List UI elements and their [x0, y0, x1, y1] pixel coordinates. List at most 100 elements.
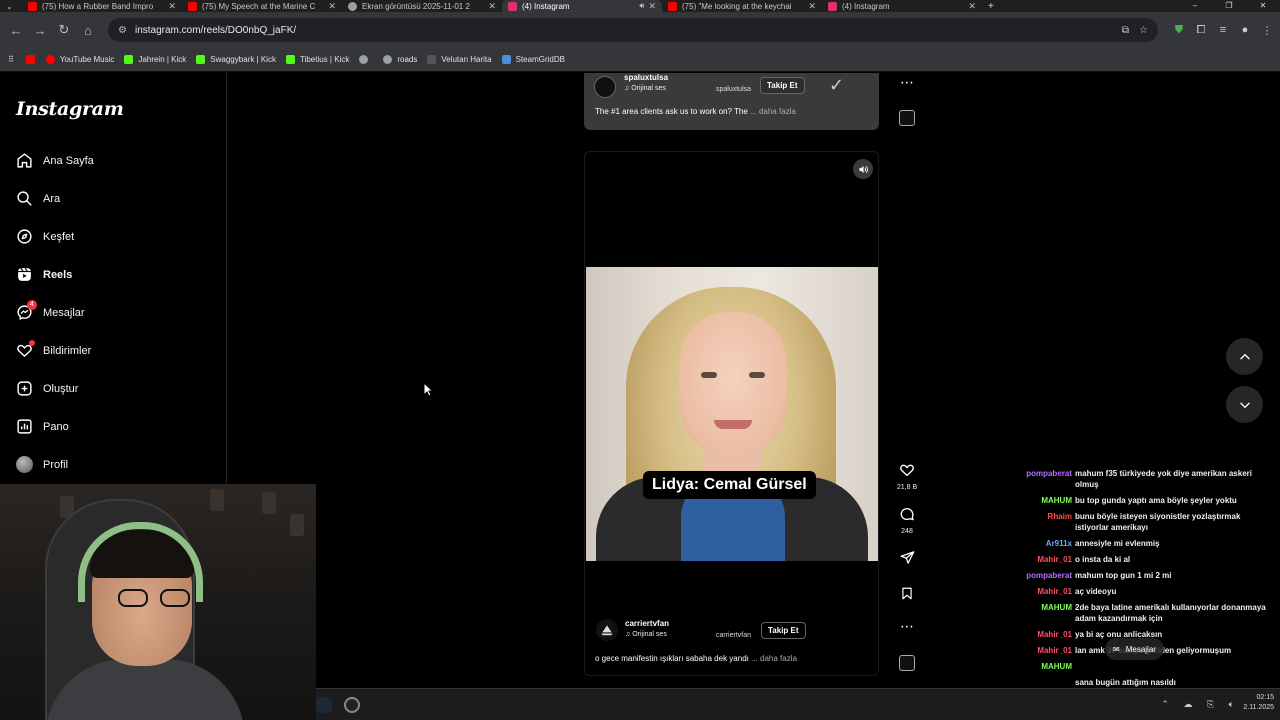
close-icon[interactable]: ✕	[328, 1, 336, 12]
audio-toggle-button[interactable]	[853, 159, 873, 179]
youtube-icon	[668, 1, 677, 11]
close-window-icon[interactable]: ✕	[1246, 0, 1280, 12]
heart-icon	[16, 340, 35, 359]
comment-button[interactable]: 248	[893, 506, 921, 535]
previous-reel[interactable]: spaluxtulsa ♫ Orijinal ses spaluxtulsa T…	[584, 73, 879, 130]
home-icon[interactable]: ⌂	[76, 23, 100, 38]
follow-button[interactable]: Takip Et	[760, 77, 805, 94]
bookmark-tibetius[interactable]: Tibetius | Kick	[285, 55, 349, 64]
close-icon[interactable]: ✕	[968, 1, 976, 12]
creator-avatar[interactable]	[596, 619, 618, 641]
reload-icon[interactable]: ↻	[52, 22, 76, 38]
media-control-icon[interactable]: ≡	[1212, 24, 1234, 36]
previous-audio-thumb[interactable]	[893, 110, 921, 131]
instagram-logo[interactable]: Instagram	[16, 98, 124, 120]
shield-extension-icon[interactable]: ⛊	[1168, 24, 1190, 37]
new-tab-button[interactable]: +	[982, 0, 1006, 12]
creator-avatar[interactable]	[594, 76, 616, 98]
more-options-button[interactable]: ⋯	[893, 618, 921, 635]
reel-caption[interactable]: The #1 area clients ask us to work on? T…	[595, 107, 796, 116]
bookmark-jahrein[interactable]: Jahrein | Kick	[124, 55, 186, 64]
bookmark-roads[interactable]: roads	[383, 55, 417, 64]
save-button[interactable]	[893, 586, 921, 606]
chat-username[interactable]: Rhaim	[1010, 511, 1075, 533]
browser-tab[interactable]: (4) Instagram ✕	[822, 0, 982, 12]
sidebar-item-search[interactable]: Ara	[16, 190, 60, 207]
bookmark-swaggybark[interactable]: Swaggybark | Kick	[196, 55, 276, 64]
more-link[interactable]: ... daha fazla	[751, 654, 797, 663]
restore-icon[interactable]: ❐	[1212, 0, 1246, 12]
chat-username[interactable]: MAHUM	[1010, 661, 1075, 672]
browser-tab[interactable]: (75) "Me looking at the keychai ✕	[662, 0, 822, 12]
more-options-button[interactable]: ⋯	[893, 74, 921, 91]
chat-username[interactable]: Ar911x	[1010, 538, 1075, 549]
address-url[interactable]: instagram.com/reels/DO0nbQ_jaFK/	[135, 25, 1112, 36]
audio-label[interactable]: ♫ Orijinal ses	[625, 631, 667, 638]
minimize-icon[interactable]: –	[1178, 0, 1212, 12]
chat-username[interactable]: Mahir_01	[1010, 554, 1075, 565]
close-icon[interactable]: ✕	[168, 1, 176, 12]
audio-thumb[interactable]	[893, 655, 921, 676]
youtube-bookmark-icon[interactable]	[25, 55, 40, 64]
sidebar-item-reels[interactable]: Reels	[16, 266, 72, 283]
install-app-icon[interactable]: ⧉	[1122, 25, 1129, 36]
close-icon[interactable]: ✕	[808, 1, 816, 12]
sidebar-item-messages[interactable]: 4 Mesajlar	[16, 300, 85, 321]
sidebar-item-home[interactable]: Ana Sayfa	[16, 152, 94, 169]
like-button[interactable]: 21,8 B	[893, 462, 921, 491]
extensions-icon[interactable]: ⧠	[1190, 24, 1212, 37]
floating-messages-button[interactable]: ✉ Mesajlar	[1105, 638, 1164, 660]
back-icon[interactable]: ←	[4, 23, 28, 38]
messenger-icon: 4	[16, 300, 37, 321]
chat-username[interactable]: MAHUM	[1010, 602, 1075, 624]
creator-username[interactable]: spaluxtulsa	[624, 73, 668, 82]
next-reel-button[interactable]	[1226, 386, 1263, 423]
creator-username[interactable]: carriertvfan	[625, 619, 669, 628]
sidebar-item-explore[interactable]: Keşfet	[16, 228, 74, 245]
chat-username[interactable]: pompaberat	[1010, 570, 1075, 581]
bookmark-globe[interactable]	[359, 55, 373, 64]
chat-username[interactable]: Mahir_01	[1010, 645, 1075, 656]
dashboard-icon	[16, 418, 33, 435]
speaker-icon[interactable]: 🔊︎	[639, 1, 644, 11]
apps-icon[interactable]: ⠿	[8, 55, 14, 64]
chat-message: MAHUM 2de baya latine amerikalı kullanıyo…	[1010, 602, 1270, 624]
browser-tab[interactable]: Ekran görüntüsü 2025-11-01 2 ✕	[342, 0, 502, 12]
follow-button[interactable]: Takip Et	[761, 622, 806, 639]
close-icon[interactable]: ✕	[488, 1, 496, 12]
audio-label[interactable]: ♫ Orijinal ses	[624, 85, 666, 92]
browser-tab[interactable]: (75) My Speech at the Marine C ✕	[182, 0, 342, 12]
chat-username[interactable]: Mahir_01	[1010, 586, 1075, 597]
bookmark-youtube-music[interactable]: YouTube Music	[45, 55, 114, 64]
close-icon[interactable]: ✕	[648, 1, 656, 12]
previous-reel-button[interactable]	[1226, 338, 1263, 375]
bookmark-velutan[interactable]: Velutan Harita	[427, 55, 492, 64]
sidebar-item-notifications[interactable]: Bildirimler	[16, 340, 91, 359]
stream-chat: pompaberat mahum f35 türkiyede yok diye a…	[1010, 468, 1270, 720]
site-info-icon[interactable]: ⚙	[118, 25, 127, 36]
sidebar-item-profile[interactable]: Profil	[16, 456, 68, 473]
chat-username[interactable]: pompaberat	[1010, 468, 1075, 490]
reel-video[interactable]: Lidya: Cemal Gürsel	[586, 267, 878, 561]
menu-icon[interactable]: ⋮	[1256, 24, 1278, 37]
forward-icon[interactable]: →	[28, 23, 52, 38]
app-icon[interactable]	[344, 697, 360, 713]
browser-tab[interactable]: (75) How a Rubber Band Impro ✕	[22, 0, 182, 12]
current-reel[interactable]: Lidya: Cemal Gürsel carriertvfan ♫ Oriji…	[584, 151, 879, 676]
chat-username[interactable]: MAHUM	[1010, 495, 1075, 506]
sidebar-item-create[interactable]: Oluştur	[16, 380, 78, 397]
bookmark-star-icon[interactable]: ☆	[1139, 25, 1148, 36]
address-bar[interactable]: ⚙ instagram.com/reels/DO0nbQ_jaFK/ ⧉ ☆	[108, 18, 1158, 42]
profile-icon[interactable]: ●	[1234, 24, 1256, 36]
sidebar-item-dashboard[interactable]: Pano	[16, 418, 69, 435]
browser-tab-active[interactable]: (4) Instagram 🔊︎ ✕	[502, 0, 662, 12]
chat-username[interactable]: Mahir_01	[1010, 629, 1075, 640]
tab-search-menu[interactable]: ⌄	[0, 0, 22, 12]
bookmark-steamgriddb[interactable]: SteamGridDB	[501, 55, 565, 64]
reel-caption[interactable]: o gece manifestin ışıkları sabaha dek ya…	[595, 654, 797, 663]
more-link[interactable]: ... daha fazla	[750, 107, 796, 116]
chat-message: MAHUM bu top gunda yaptı ama böyle şeyler…	[1010, 495, 1270, 506]
steam-icon[interactable]	[316, 697, 332, 713]
chat-username[interactable]	[1010, 677, 1075, 688]
share-button[interactable]	[893, 550, 921, 570]
